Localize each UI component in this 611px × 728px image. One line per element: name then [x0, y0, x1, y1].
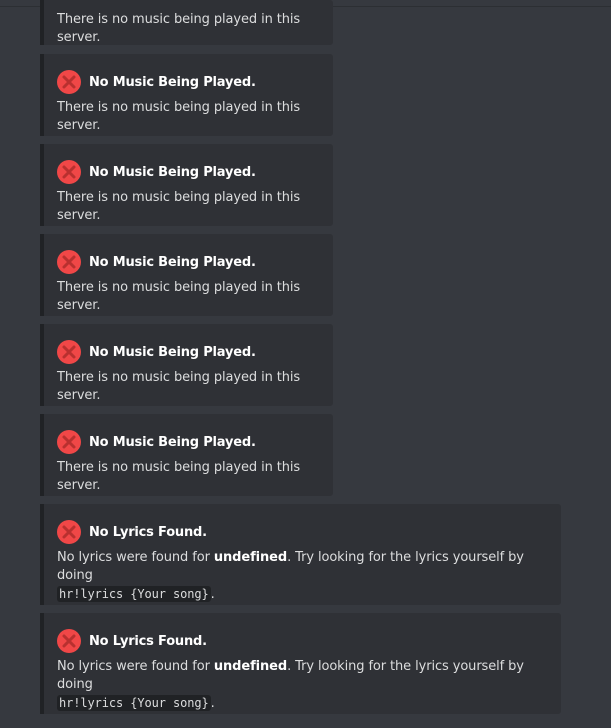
embed-no-music: There is no music being played in this s…	[40, 0, 333, 45]
red-cross-mark-icon	[57, 340, 81, 364]
red-cross-mark-icon	[57, 430, 81, 454]
embed-no-lyrics: No Lyrics Found. No lyrics were found fo…	[40, 504, 561, 605]
embed-title: No Lyrics Found.	[89, 524, 207, 540]
lyrics-command-code: hr!lyrics {Your song}	[57, 695, 211, 711]
embed-title: No Music Being Played.	[89, 344, 256, 360]
embed-title: No Music Being Played.	[89, 254, 256, 270]
red-cross-mark-icon	[57, 160, 81, 184]
embed-description: There is no music being played in this s…	[57, 100, 301, 133]
embed-description: There is no music being played in this s…	[57, 280, 301, 313]
description-text: .	[210, 587, 215, 602]
embed-title: No Music Being Played.	[89, 434, 256, 450]
embed-no-music: No Music Being Played. There is no music…	[40, 144, 333, 226]
description-text: .	[210, 696, 215, 711]
embed-description: There is no music being played in this s…	[57, 370, 301, 403]
description-bold: undefined	[213, 659, 288, 674]
embed-title: No Music Being Played.	[89, 164, 256, 180]
description-bold: undefined	[213, 550, 288, 565]
description-text: No lyrics were found for	[57, 659, 214, 674]
red-cross-mark-icon	[57, 629, 81, 653]
red-cross-mark-icon	[57, 250, 81, 274]
description-text: No lyrics were found for	[57, 550, 214, 565]
embed-description: No lyrics were found for undefined. Try …	[57, 549, 549, 604]
embed-no-music: No Music Being Played. There is no music…	[40, 324, 333, 406]
embed-description: No lyrics were found for undefined. Try …	[57, 658, 549, 713]
embed-title: No Lyrics Found.	[89, 633, 207, 649]
chat-message-list: There is no music being played in this s…	[0, 0, 611, 728]
embed-description: There is no music being played in this s…	[57, 190, 301, 223]
embed-description: There is no music being played in this s…	[57, 460, 301, 493]
embed-no-lyrics: No Lyrics Found. No lyrics were found fo…	[40, 613, 561, 714]
red-cross-mark-icon	[57, 520, 81, 544]
embed-no-music: No Music Being Played. There is no music…	[40, 54, 333, 136]
lyrics-command-code: hr!lyrics {Your song}	[57, 586, 211, 602]
embed-no-music: No Music Being Played. There is no music…	[40, 414, 333, 496]
embed-no-music: No Music Being Played. There is no music…	[40, 234, 333, 316]
embed-description: There is no music being played in this s…	[57, 12, 301, 45]
red-cross-mark-icon	[57, 70, 81, 94]
embed-title: No Music Being Played.	[89, 74, 256, 90]
